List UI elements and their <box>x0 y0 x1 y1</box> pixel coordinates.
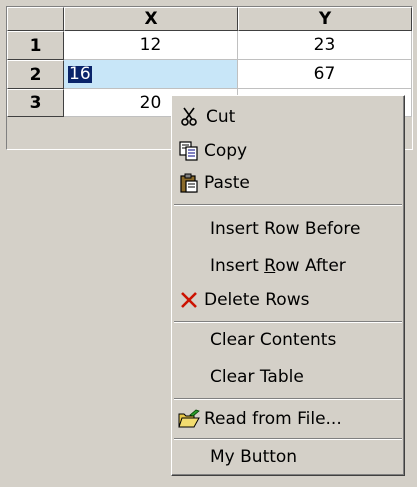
row-header-1[interactable]: 1 <box>7 31 64 60</box>
menu-item-insert-row-after[interactable]: Insert Row After <box>174 251 402 281</box>
corner-header[interactable] <box>7 7 64 31</box>
copy-icon <box>174 136 204 166</box>
menu-item-my-button[interactable]: My Button <box>174 442 402 472</box>
menu-item-cut[interactable]: Cut <box>174 102 402 132</box>
menu-item-delete-rows-label: Delete Rows <box>204 290 310 310</box>
menu-item-paste[interactable]: Paste <box>174 168 402 198</box>
cell-x-1[interactable]: 12 <box>64 31 238 60</box>
menu-item-copy-label: Copy <box>204 141 248 161</box>
menu-item-clear-table-label: Clear Table <box>210 367 304 387</box>
column-header-x[interactable]: X <box>64 7 238 31</box>
menu-item-read-from-file-label: Read from File... <box>204 409 342 429</box>
menu-separator-1 <box>174 204 402 206</box>
menu-separator-2 <box>174 321 402 323</box>
cell-x-2-text[interactable]: 16 <box>68 65 92 83</box>
cell-y-2[interactable]: 67 <box>238 60 412 89</box>
menu-item-clear-contents[interactable]: Clear Contents <box>174 325 402 355</box>
menu-item-insert-row-before[interactable]: Insert Row Before <box>174 214 402 244</box>
column-header-y[interactable]: Y <box>238 7 412 31</box>
menu-separator-3 <box>174 398 402 400</box>
menu-item-clear-contents-label: Clear Contents <box>210 330 337 350</box>
menu-item-clear-table[interactable]: Clear Table <box>174 362 402 392</box>
context-menu: Cut Copy Paste Insert Row Before Insert … <box>171 95 405 476</box>
scissors-icon <box>174 102 204 132</box>
menu-item-insert-row-after-label: Insert Row After <box>210 256 346 276</box>
menu-item-my-button-label: My Button <box>210 447 298 467</box>
clipboard-icon <box>174 168 204 198</box>
menu-item-insert-row-before-label: Insert Row Before <box>210 219 361 239</box>
menu-separator-4 <box>174 438 402 440</box>
cell-x-2-selected[interactable]: 16 <box>64 60 238 89</box>
row-header-2[interactable]: 2 <box>7 60 64 89</box>
menu-item-cut-label: Cut <box>206 107 236 127</box>
menu-item-copy[interactable]: Copy <box>174 136 402 166</box>
row-header-3[interactable]: 3 <box>7 89 64 117</box>
menu-item-read-from-file[interactable]: Read from File... <box>174 404 402 434</box>
delete-x-icon <box>174 285 204 315</box>
menu-item-delete-rows[interactable]: Delete Rows <box>174 285 402 315</box>
open-folder-icon <box>174 404 204 434</box>
menu-item-paste-label: Paste <box>204 173 250 193</box>
cell-y-1[interactable]: 23 <box>238 31 412 60</box>
